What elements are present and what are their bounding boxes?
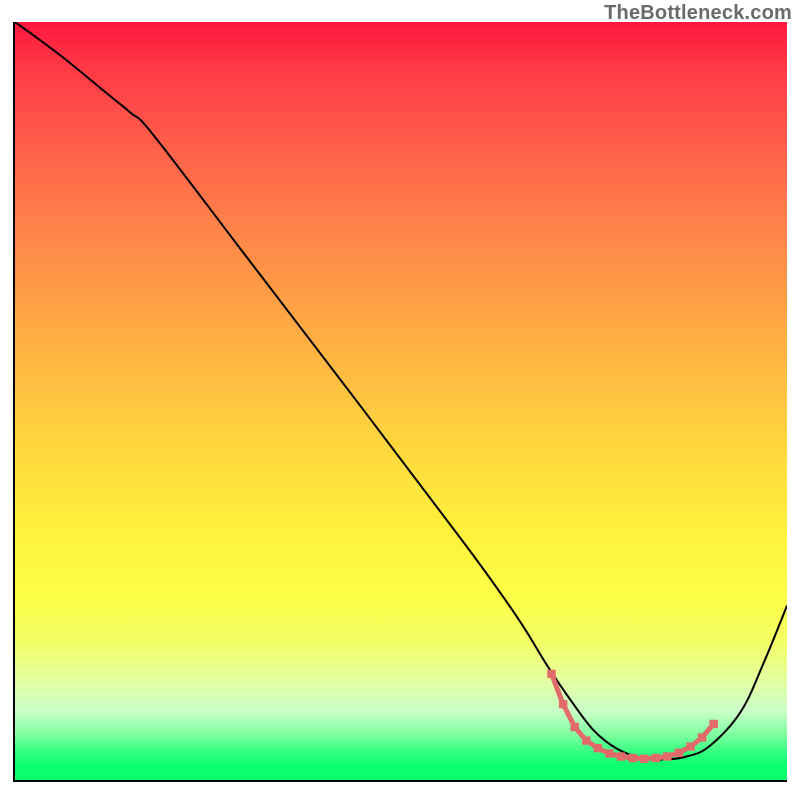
watermark-text: TheBottleneck.com (604, 2, 792, 25)
bottleneck-curve (15, 22, 787, 760)
target-zone-line (552, 674, 714, 759)
plot-area (13, 22, 787, 782)
curve-svg (15, 22, 787, 780)
target-zone (547, 670, 718, 763)
chart-container: TheBottleneck.com (0, 0, 800, 800)
